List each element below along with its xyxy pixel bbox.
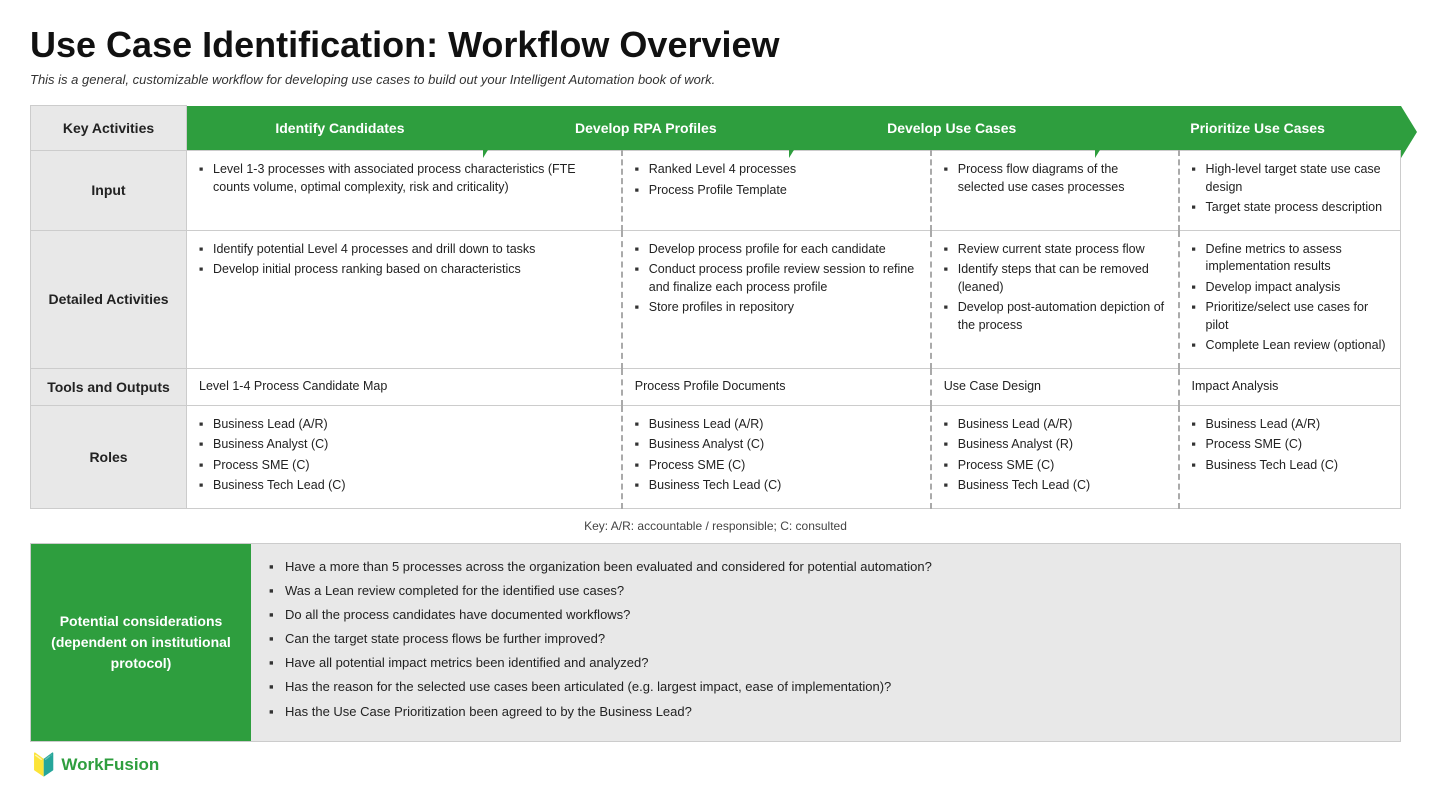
logo-icon: 🔰	[30, 752, 57, 778]
list-item: ▪Develop process profile for each candid…	[635, 241, 918, 259]
page-subtitle: This is a general, customizable workflow…	[30, 72, 1401, 87]
consideration-item: ▪Can the target state process flows be f…	[269, 630, 1382, 648]
list-item: ▪Define metrics to assess implementation…	[1192, 241, 1388, 276]
list-item: ▪Store profiles in repository	[635, 299, 918, 317]
cell-0-3: ▪High-level target state use case design…	[1179, 151, 1401, 231]
list-item: ▪Process SME (C)	[944, 457, 1166, 475]
phase-header-3: Prioritize Use Cases	[1095, 106, 1401, 150]
consideration-item: ▪Have a more than 5 processes across the…	[269, 558, 1382, 576]
key-note: Key: A/R: accountable / responsible; C: …	[30, 519, 1401, 533]
list-item: ▪Review current state process flow	[944, 241, 1166, 259]
list-item: ▪Business Analyst (C)	[199, 436, 609, 454]
considerations-content: ▪Have a more than 5 processes across the…	[251, 544, 1400, 741]
list-item: ▪Level 1-3 processes with associated pro…	[199, 161, 609, 196]
considerations-section: Potential considerations (dependent on i…	[30, 543, 1401, 742]
cell-1-2: ▪Review current state process flow ▪Ident…	[931, 230, 1179, 368]
row-roles: Roles ▪Business Lead (A/R) ▪Business Analy…	[31, 405, 1401, 508]
list-item: ▪Target state process description	[1192, 199, 1388, 217]
row-label-0: Input	[31, 151, 187, 231]
cell-3-0: ▪Business Lead (A/R) ▪Business Analyst (C…	[187, 405, 622, 508]
consideration-item: ▪Has the reason for the selected use cas…	[269, 678, 1382, 696]
cell-2-2: Use Case Design	[931, 368, 1179, 405]
row-label-1: Detailed Activities	[31, 230, 187, 368]
cell-1-1: ▪Develop process profile for each candid…	[622, 230, 931, 368]
row-label-2: Tools and Outputs	[31, 368, 187, 405]
row-tools-and-outputs: Tools and OutputsLevel 1-4 Process Candi…	[31, 368, 1401, 405]
cell-3-1: ▪Business Lead (A/R) ▪Business Analyst (C…	[622, 405, 931, 508]
list-item: ▪Business Analyst (R)	[944, 436, 1166, 454]
list-item: ▪Develop initial process ranking based o…	[199, 261, 609, 279]
consideration-item: ▪Was a Lean review completed for the ide…	[269, 582, 1382, 600]
list-item: ▪High-level target state use case design	[1192, 161, 1388, 196]
cell-1-3: ▪Define metrics to assess implementation…	[1179, 230, 1401, 368]
key-activities-label: Key Activities	[31, 106, 186, 150]
list-item: ▪Business Lead (A/R)	[635, 416, 918, 434]
phase-header-2: Develop Use Cases	[789, 106, 1095, 150]
list-item: ▪Process flow diagrams of the selected u…	[944, 161, 1166, 196]
consideration-item: ▪Have all potential impact metrics been …	[269, 654, 1382, 672]
cell-1-0: ▪Identify potential Level 4 processes an…	[187, 230, 622, 368]
list-item: ▪Business Tech Lead (C)	[944, 477, 1166, 495]
list-item: ▪Identify steps that can be removed (lea…	[944, 261, 1166, 296]
phase-header-1: Develop RPA Profiles	[483, 106, 789, 150]
logo-text: WorkFusion	[61, 755, 159, 775]
phase-header-0: Identify Candidates	[187, 106, 483, 150]
list-item: ▪Business Tech Lead (C)	[1192, 457, 1388, 475]
list-item: ▪Business Lead (A/R)	[944, 416, 1166, 434]
cell-2-3: Impact Analysis	[1179, 368, 1401, 405]
considerations-label: Potential considerations (dependent on i…	[31, 544, 251, 741]
list-item: ▪Ranked Level 4 processes	[635, 161, 918, 179]
cell-2-1: Process Profile Documents	[622, 368, 931, 405]
consideration-item: ▪Has the Use Case Prioritization been ag…	[269, 703, 1382, 721]
row-detailed-activities: Detailed Activities ▪Identify potential L…	[31, 230, 1401, 368]
list-item: ▪Complete Lean review (optional)	[1192, 337, 1388, 355]
list-item: ▪Process Profile Template	[635, 182, 918, 200]
row-input: Input ▪Level 1-3 processes with associate…	[31, 151, 1401, 231]
list-item: ▪Business Analyst (C)	[635, 436, 918, 454]
cell-0-0: ▪Level 1-3 processes with associated pro…	[187, 151, 622, 231]
list-item: ▪Process SME (C)	[635, 457, 918, 475]
list-item: ▪Conduct process profile review session …	[635, 261, 918, 296]
logo-area: 🔰 WorkFusion	[30, 752, 1401, 778]
list-item: ▪Identify potential Level 4 processes an…	[199, 241, 609, 259]
cell-3-3: ▪Business Lead (A/R) ▪Process SME (C) ▪Bus…	[1179, 405, 1401, 508]
page-title: Use Case Identification: Workflow Overvi…	[30, 24, 1401, 66]
list-item: ▪Process SME (C)	[1192, 436, 1388, 454]
consideration-item: ▪Do all the process candidates have docu…	[269, 606, 1382, 624]
list-item: ▪Business Lead (A/R)	[199, 416, 609, 434]
list-item: ▪Process SME (C)	[199, 457, 609, 475]
list-item: ▪Develop post-automation depiction of th…	[944, 299, 1166, 334]
cell-2-0: Level 1-4 Process Candidate Map	[187, 368, 622, 405]
row-label-3: Roles	[31, 405, 187, 508]
list-item: ▪Prioritize/select use cases for pilot	[1192, 299, 1388, 334]
cell-0-2: ▪Process flow diagrams of the selected u…	[931, 151, 1179, 231]
cell-0-1: ▪Ranked Level 4 processes ▪Process Profil…	[622, 151, 931, 231]
cell-3-2: ▪Business Lead (A/R) ▪Business Analyst (R…	[931, 405, 1179, 508]
list-item: ▪Develop impact analysis	[1192, 279, 1388, 297]
list-item: ▪Business Tech Lead (C)	[635, 477, 918, 495]
list-item: ▪Business Tech Lead (C)	[199, 477, 609, 495]
list-item: ▪Business Lead (A/R)	[1192, 416, 1388, 434]
